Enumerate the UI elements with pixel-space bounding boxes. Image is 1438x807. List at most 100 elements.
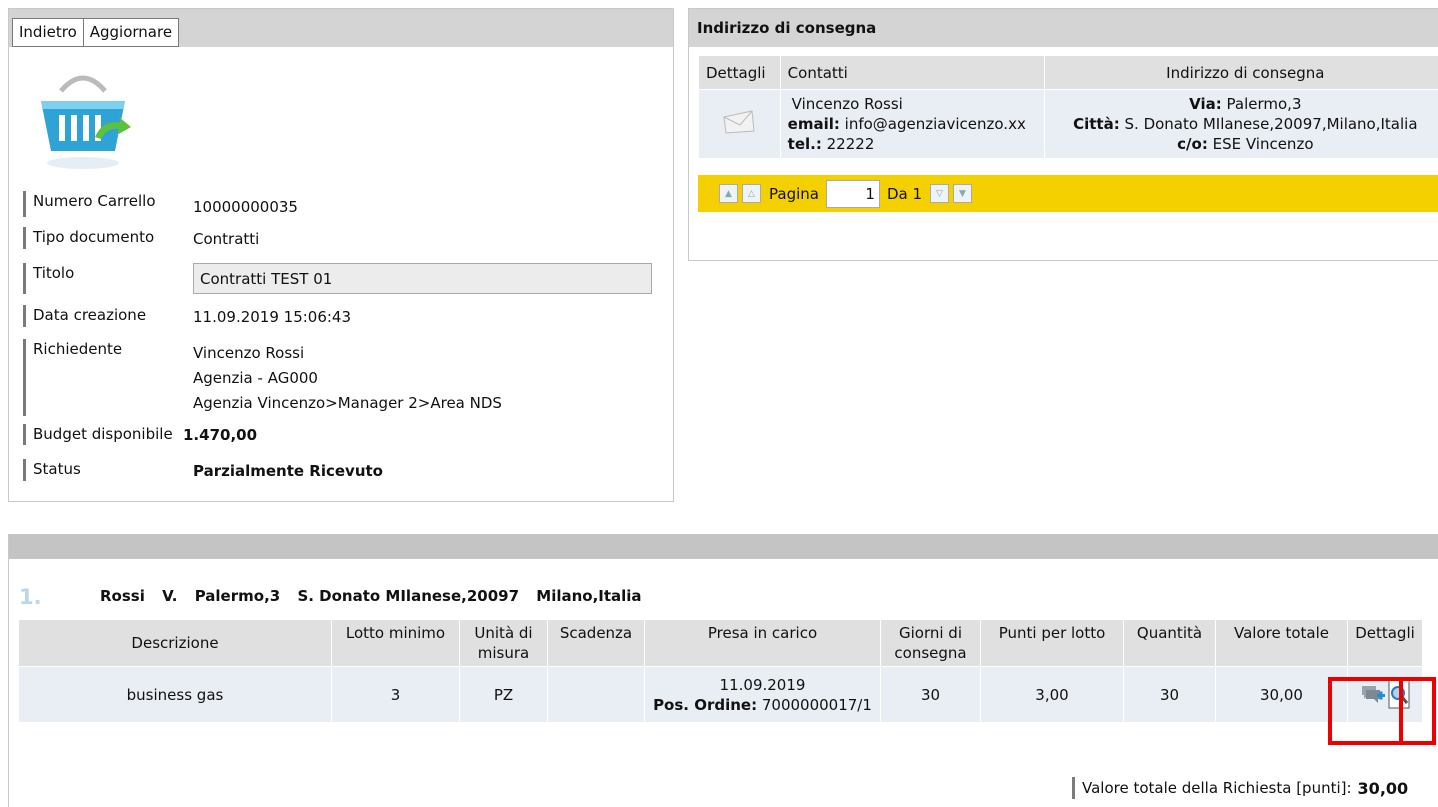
email-value: info@agenziavicenzo.xx: [844, 115, 1026, 133]
col-lotto-minimo: Lotto minimo: [331, 619, 460, 667]
cell-quantita: 30: [1123, 666, 1216, 723]
row-titolo: Titolo Contratti TEST 01: [23, 263, 652, 294]
col-descrizione: Descrizione: [18, 619, 332, 667]
tel-label: tel.:: [787, 135, 822, 153]
address-street: Palermo,3: [194, 587, 281, 605]
address-city: S. Donato MIlanese,20097: [297, 587, 520, 605]
order-header-bar: [9, 534, 1438, 559]
cart-panel: Indietro Aggiornare Numero Carrello 1000…: [8, 8, 674, 502]
citta-value: S. Donato MIlanese,20097,Milano,Italia: [1124, 115, 1418, 133]
via-label: Via:: [1189, 95, 1222, 113]
col-valore: Valore totale: [1215, 619, 1348, 667]
row-budget: Budget disponibile 1.470,00: [23, 424, 257, 445]
cell-descrizione: business gas: [18, 666, 332, 723]
group-address: Rossi V. Palermo,3 S. Donato MIlanese,20…: [100, 587, 654, 605]
co-label: c/o:: [1177, 135, 1208, 153]
group-number: 1.: [19, 585, 42, 609]
co-value: ESE Vincenzo: [1212, 135, 1314, 153]
email-label: email:: [787, 115, 840, 133]
titolo-field[interactable]: Contratti TEST 01: [193, 263, 652, 294]
richiedente-label: Richiedente: [23, 339, 193, 416]
address-country: Milano,Italia: [536, 587, 642, 605]
richiedente-hierarchy: Agenzia Vincenzo>Manager 2>Area NDS: [193, 394, 502, 412]
order-panel: 1. Rossi V. Palermo,3 S. Donato MIlanese…: [8, 534, 1438, 807]
tipo-documento-label: Tipo documento: [23, 227, 193, 249]
col-quantita: Quantità: [1123, 619, 1216, 667]
data-creazione-value: 11.09.2019 15:06:43: [193, 308, 352, 326]
row-status: Status Parzialmente Ricevuto: [23, 459, 383, 481]
page-of-label: Da 1: [886, 184, 923, 203]
page-input[interactable]: 1: [825, 179, 880, 208]
data-creazione-label: Data creazione: [23, 305, 193, 327]
pos-label: Pos. Ordine:: [653, 695, 758, 714]
budget-label: Budget disponibile: [23, 424, 183, 445]
address-initial: V.: [162, 587, 178, 605]
address-co: c/o: ESE Vincenzo: [1052, 134, 1438, 154]
col-contatti: Contatti: [779, 55, 1045, 90]
cell-unita: PZ: [459, 666, 548, 723]
numero-carrello-value: 10000000035: [193, 198, 298, 216]
col-dettagli: Dettagli: [698, 55, 781, 90]
address-via: Via: Palermo,3: [1052, 94, 1438, 114]
status-value: Parzialmente Ricevuto: [193, 462, 383, 480]
delivery-title: Indirizzo di consegna: [689, 9, 1438, 47]
shopping-basket-icon: [41, 75, 131, 169]
prev-page-icon[interactable]: △: [742, 184, 761, 203]
contact-tel: tel.: 22222: [788, 134, 1037, 154]
row-data-creazione: Data creazione 11.09.2019 15:06:43: [23, 305, 351, 327]
col-punti: Punti per lotto: [980, 619, 1124, 667]
envelope-icon[interactable]: [722, 109, 756, 135]
delivery-row: Vincenzo Rossi email: info@agenziavicenz…: [698, 89, 1438, 159]
tel-value: 22222: [826, 135, 875, 153]
highlight-annotation-divider: [1399, 677, 1403, 745]
contact-name: Vincenzo Rossi: [791, 95, 903, 113]
pos-value: 7000000017/1: [761, 695, 872, 714]
tipo-documento-value: Contratti: [193, 230, 260, 248]
cell-presa-in-carico: 11.09.2019 Pos. Ordine: 7000000017/1: [644, 666, 881, 723]
citta-label: Città:: [1073, 115, 1120, 133]
next-page-icon[interactable]: ▽: [930, 184, 950, 203]
details-cell: [698, 89, 781, 159]
address-citta: Città: S. Donato MIlanese,20097,Milano,I…: [1052, 114, 1438, 134]
col-indirizzo: Indirizzo di consegna: [1043, 55, 1438, 90]
pos-ordine: Pos. Ordine: 7000000017/1: [651, 695, 874, 715]
richiedente-agency: Agenzia - AG000: [193, 369, 318, 387]
total-row: Valore totale della Richiesta [punti]: 3…: [1072, 777, 1408, 799]
col-unita: Unità di misura: [459, 619, 548, 667]
last-page-icon[interactable]: ▼: [953, 184, 973, 203]
richiedente-name: Vincenzo Rossi: [193, 344, 305, 362]
address-cell: Via: Palermo,3 Città: S. Donato MIlanese…: [1043, 89, 1438, 159]
total-label: Valore totale della Richiesta [punti]:: [1072, 777, 1352, 799]
richiedente-value: Vincenzo Rossi Agenzia - AG000 Agenzia V…: [193, 339, 502, 416]
status-label: Status: [23, 459, 193, 481]
presa-date: 11.09.2019: [719, 675, 806, 694]
page-label: Pagina: [769, 184, 819, 203]
cell-lotto-minimo: 3: [331, 666, 460, 723]
cell-punti: 3,00: [980, 666, 1124, 723]
first-page-icon[interactable]: ▲: [719, 184, 738, 203]
col-giorni: Giorni di consegna: [880, 619, 981, 667]
delivery-table: Dettagli Contatti Indirizzo di consegna …: [698, 55, 1438, 159]
titolo-label: Titolo: [23, 263, 193, 294]
refresh-button[interactable]: Aggiornare: [82, 18, 180, 47]
delivery-panel: Indirizzo di consegna Dettagli Contatti …: [688, 8, 1438, 261]
cell-scadenza: [547, 666, 645, 723]
budget-value: 1.470,00: [183, 426, 258, 444]
row-richiedente: Richiedente Vincenzo Rossi Agenzia - AG0…: [23, 339, 502, 416]
col-presa-in-carico: Presa in carico: [644, 619, 881, 667]
numero-carrello-label: Numero Carrello: [23, 191, 193, 217]
items-table: Descrizione Lotto minimo Unità di misura…: [18, 619, 1423, 723]
contact-email: email: info@agenziavicenzo.xx: [788, 114, 1037, 134]
cell-giorni: 30: [880, 666, 981, 723]
cart-toolbar: Indietro Aggiornare: [9, 9, 673, 47]
row-numero-carrello: Numero Carrello 10000000035: [23, 191, 298, 217]
col-scadenza: Scadenza: [547, 619, 645, 667]
total-value: 30,00: [1357, 778, 1409, 798]
row-tipo-documento: Tipo documento Contratti: [23, 227, 259, 249]
address-surname: Rossi: [100, 587, 145, 605]
back-button[interactable]: Indietro: [12, 18, 84, 47]
table-row: business gas 3 PZ 11.09.2019 Pos. Ordine…: [18, 666, 1423, 723]
col-dettagli-items: Dettagli: [1347, 619, 1423, 667]
contact-cell: Vincenzo Rossi email: info@agenziavicenz…: [779, 89, 1045, 159]
pager: ▲ △ Pagina 1 Da 1 ▽ ▼: [698, 175, 1438, 212]
